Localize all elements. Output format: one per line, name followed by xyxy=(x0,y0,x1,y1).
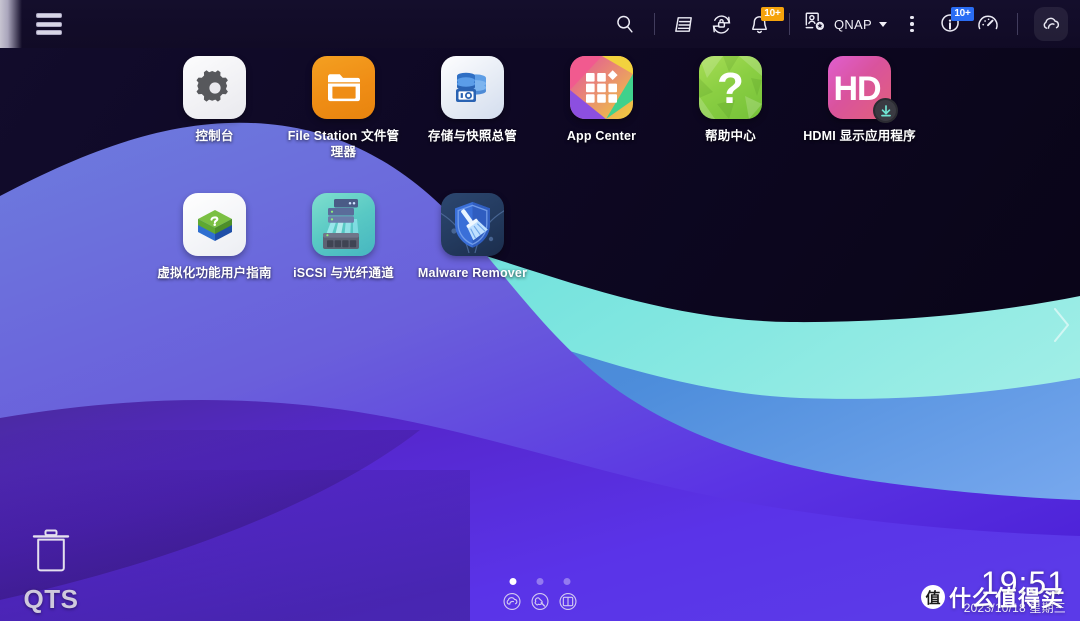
app-icon-control-panel[interactable]: 控制台 xyxy=(150,56,279,160)
search-icon[interactable] xyxy=(606,4,644,44)
hamburger-bar xyxy=(36,21,62,27)
trash-can-icon xyxy=(30,527,72,580)
help-center-tile: ? xyxy=(699,56,762,119)
file-station-tile xyxy=(312,56,375,119)
user-account-menu[interactable]: QNAP xyxy=(800,9,893,39)
folder-icon xyxy=(327,73,360,101)
app-icon-hdmi-app[interactable]: HD HDMI 显示应用程序 xyxy=(795,56,924,160)
app-label: 控制台 xyxy=(195,129,234,143)
resource-monitor-icon[interactable] xyxy=(665,4,703,44)
desktop-clock: 19:51 2023/10/18 星期三 xyxy=(964,566,1066,617)
page-indicator xyxy=(509,578,571,585)
toolbar-actions: 10+ QNAP 10+ xyxy=(606,0,1080,48)
more-options-icon[interactable] xyxy=(893,4,931,44)
storage-database-icon xyxy=(455,72,486,102)
page-dot-3[interactable] xyxy=(563,578,571,585)
svg-text:HD: HD xyxy=(833,70,881,108)
toolbar-divider xyxy=(1017,13,1018,35)
app-label: 存储与快照总管 xyxy=(428,129,517,143)
app-label: 帮助中心 xyxy=(705,129,756,143)
system-info-icon[interactable]: 10+ xyxy=(931,4,974,44)
chevron-down-icon xyxy=(879,21,887,27)
control-panel-tile xyxy=(183,56,246,119)
page-dot-2[interactable] xyxy=(536,578,544,585)
dot xyxy=(910,15,914,20)
app-icon-app-center[interactable]: App Center xyxy=(537,56,666,160)
app-icon-iscsi-fibre-channel[interactable]: iSCSI 与光纤通道 xyxy=(279,193,408,281)
recycle-bin-label: QTS xyxy=(23,584,79,614)
iscsi-fibre-channel-tile xyxy=(312,193,375,256)
iscsi-server-icon xyxy=(323,199,359,249)
desktop-row-1: 控制台 File Station 文件管理器 存储与快照总管 App Cente… xyxy=(150,56,924,160)
qnap-cloud-icon[interactable] xyxy=(503,592,522,616)
svg-text:?: ? xyxy=(717,64,744,113)
malware-remover-tile xyxy=(441,193,504,256)
app-label: App Center xyxy=(566,129,637,143)
gear-icon xyxy=(196,69,228,102)
user-account-icon xyxy=(802,9,827,39)
chevron-right-icon xyxy=(1054,308,1069,342)
clock-time: 19:51 xyxy=(980,565,1066,601)
app-label: File Station 文件管理器 xyxy=(287,129,400,159)
question-mark-icon: ? xyxy=(699,56,762,119)
app-icon-file-station[interactable]: File Station 文件管理器 xyxy=(279,56,408,160)
desktop-row-2: 虚拟化功能用户指南 iSCSI 与光纤通道 Malware Remover xyxy=(150,193,537,281)
app-label: HDMI 显示应用程序 xyxy=(803,129,916,143)
user-name-label: QNAP xyxy=(833,16,872,32)
dashboard-icon[interactable] xyxy=(969,4,1007,44)
kebab-dots xyxy=(910,15,914,33)
hamburger-menu-icon[interactable] xyxy=(36,13,62,35)
mycloudnas-icon[interactable] xyxy=(1034,7,1068,41)
virtualization-guide-tile xyxy=(183,193,246,256)
app-icon-malware-remover[interactable]: Malware Remover xyxy=(408,193,537,281)
dot xyxy=(910,22,914,26)
hdmi-app-tile: HD xyxy=(828,56,898,123)
notification-badge: 10+ xyxy=(760,7,784,21)
desktop-icon-area: 控制台 File Station 文件管理器 存储与快照总管 App Cente… xyxy=(0,48,1080,621)
virtualization-cube-icon xyxy=(197,209,232,241)
toolbar-divider xyxy=(653,13,655,35)
toolbar-divider xyxy=(788,13,790,35)
sidebar-panel-icon[interactable] xyxy=(559,592,578,616)
page-dot-1[interactable] xyxy=(509,578,517,585)
clock-date: 2023/10/18 星期三 xyxy=(963,601,1066,615)
download-overlay-icon xyxy=(873,98,898,123)
app-label: Malware Remover xyxy=(417,266,528,280)
app-center-tile xyxy=(570,56,633,119)
toolbox-wrench-icon[interactable] xyxy=(531,592,550,616)
app-label: 虚拟化功能用户指南 xyxy=(157,266,272,280)
desktop-dock xyxy=(503,578,578,616)
hamburger-bar xyxy=(36,13,62,18)
storage-snapshots-tile xyxy=(441,56,504,119)
dot xyxy=(910,28,914,33)
app-icon-help-center[interactable]: ? 帮助中心 xyxy=(666,56,795,160)
app-grid-icon xyxy=(570,56,633,119)
app-label: iSCSI 与光纤通道 xyxy=(293,266,394,280)
app-icon-storage-snapshots[interactable]: 存储与快照总管 xyxy=(408,56,537,160)
dock-shortcuts xyxy=(503,592,578,616)
notification-bell-icon[interactable]: 10+ xyxy=(741,4,784,44)
hamburger-bar xyxy=(36,30,62,35)
app-icon-virtualization-guide[interactable]: 虚拟化功能用户指南 xyxy=(150,193,279,281)
backup-sync-icon[interactable] xyxy=(703,4,741,44)
shield-broom-icon xyxy=(441,202,504,254)
top-toolbar: 10+ QNAP 10+ xyxy=(0,0,1080,48)
recycle-bin[interactable]: QTS xyxy=(14,527,88,615)
next-page-button[interactable] xyxy=(1048,302,1074,348)
